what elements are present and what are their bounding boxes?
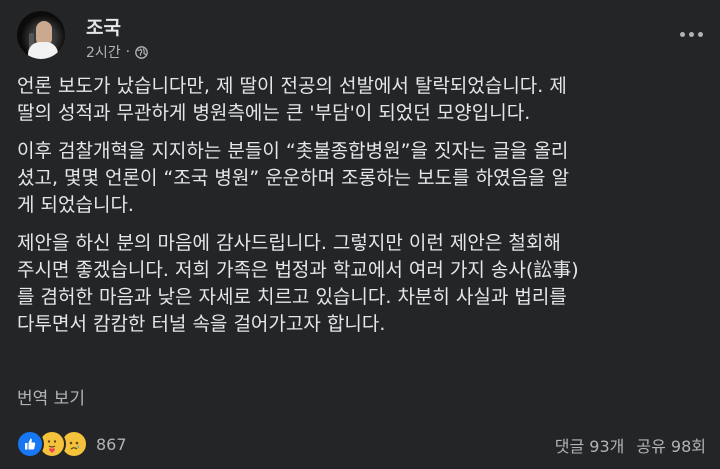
paragraph-2: 이후 검찰개혁을 지지하는 분들이 “촛불종합병원”을 짓자는 글을 올리 셨고…: [17, 138, 707, 219]
avatar-shirt: [28, 42, 58, 59]
line: 제안을 하신 분의 마음에 감사드립니다. 그렇지만 이런 제안은 철회해: [17, 232, 561, 254]
shares-count[interactable]: 공유 98회: [636, 433, 706, 457]
paragraph-1: 언론 보도가 났습니다만, 제 딸이 전공의 선발에서 탈락되었습니다. 제 딸…: [17, 73, 707, 127]
globe-icon[interactable]: [135, 45, 148, 59]
see-translation-link[interactable]: 번역 보기: [17, 384, 85, 409]
line: 딸의 성적과 무관하게 병원측에는 큰 '부담'이 되었던 모양입니다.: [17, 102, 531, 124]
line: 언론 보도가 났습니다만, 제 딸이 전공의 선발에서 탈락되었습니다. 제: [17, 75, 567, 97]
reaction-count[interactable]: 867: [96, 435, 127, 454]
line: 게 되었습니다.: [17, 194, 134, 216]
dot-separator: ·: [125, 44, 131, 60]
post-time[interactable]: 2시간: [86, 42, 121, 62]
line: 다투면서 캄캄한 터널 속을 걸어가고자 합니다.: [17, 313, 386, 335]
line: 이후 검찰개혁을 지지하는 분들이 “촛불종합병원”을 짓자는 글을 올리: [17, 140, 569, 162]
post-header: 조국 2시간 ·: [17, 11, 707, 67]
post-body: 언론 보도가 났습니다만, 제 딸이 전공의 선발에서 탈락되었습니다. 제 딸…: [17, 73, 707, 349]
more-options-icon[interactable]: [675, 24, 707, 44]
avatar[interactable]: [17, 11, 65, 59]
post-meta: 2시간 ·: [86, 42, 148, 62]
paragraph-3: 제안을 하신 분의 마음에 감사드립니다. 그렇지만 이런 제안은 철회해 주시…: [17, 230, 707, 338]
like-icon: [16, 430, 44, 458]
author-name[interactable]: 조국: [86, 13, 121, 40]
line: 를 겸허한 마음과 낮은 자세로 치르고 있습니다. 차분히 사실과 법리를: [17, 286, 567, 308]
line: 주시면 좋겠습니다. 저희 가족은 법정과 학교에서 여러 가지 송사(訟事): [17, 259, 579, 281]
reactions-summary[interactable]: 867: [16, 430, 127, 458]
line: 셨고, 몇몇 언론이 “조국 병원” 운운하며 조롱하는 보도를 하였음을 알: [17, 167, 570, 189]
engagement-stats: 댓글 93개 공유 98회: [555, 433, 706, 457]
comments-count[interactable]: 댓글 93개: [555, 433, 625, 457]
